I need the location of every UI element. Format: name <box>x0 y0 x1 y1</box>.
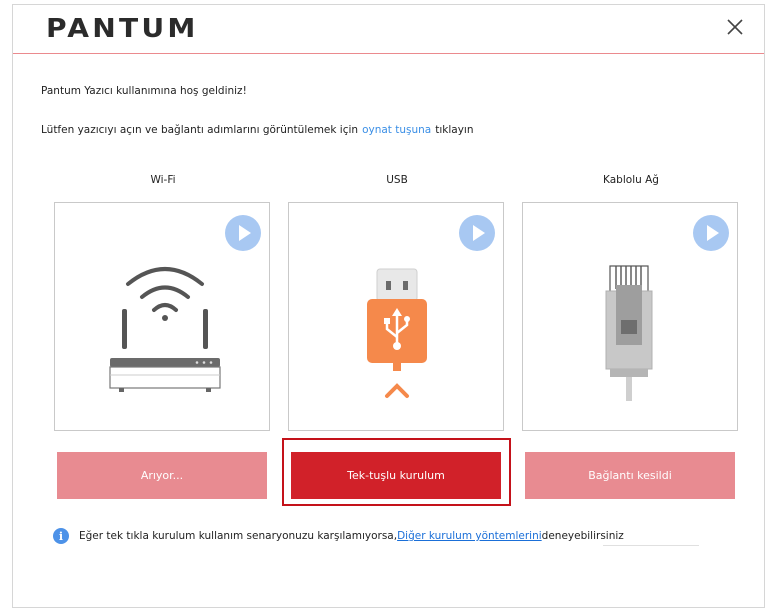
wired-network-card[interactable] <box>522 202 738 431</box>
usb-label: USB <box>386 174 408 186</box>
footer-divider <box>603 545 699 546</box>
play-icon[interactable] <box>225 215 261 251</box>
wifi-searching-button[interactable]: Arıyor... <box>57 452 267 499</box>
play-icon[interactable] <box>459 215 495 251</box>
usb-drive-icon <box>367 268 427 398</box>
window-header: PANTUM <box>13 5 764 54</box>
instruction-text: Lütfen yazıcıyı açın ve bağlantı adımlar… <box>41 124 474 136</box>
wifi-card[interactable] <box>54 202 270 431</box>
welcome-text: Pantum Yazıcı kullanımına hoş geldiniz! <box>41 85 247 97</box>
footer-info: i Eğer tek tıkla kurulum kullanım senary… <box>53 528 624 544</box>
usb-card[interactable] <box>288 202 504 431</box>
instruction-prefix: Lütfen yazıcıyı açın ve bağlantı adımlar… <box>41 124 359 136</box>
ethernet-cable-icon <box>605 265 653 401</box>
other-install-methods-link[interactable]: Diğer kurulum yöntemlerini <box>397 530 542 542</box>
wifi-router-icon <box>109 267 221 392</box>
footer-text-after: deneyebilirsiniz <box>541 530 624 542</box>
play-icon[interactable] <box>693 215 729 251</box>
info-icon: i <box>53 528 69 544</box>
setup-window: PANTUM Pantum Yazıcı kullanımına hoş gel… <box>12 4 765 608</box>
play-button-link[interactable]: oynat tuşuna <box>362 124 431 136</box>
one-click-install-highlight <box>282 438 511 506</box>
pantum-logo: PANTUM <box>46 14 199 44</box>
close-icon[interactable] <box>723 15 747 39</box>
wired-network-label: Kablolu Ağ <box>603 174 659 186</box>
instruction-suffix: tıklayın <box>435 124 474 136</box>
wifi-label: Wi-Fi <box>150 174 176 186</box>
wired-disconnected-button[interactable]: Bağlantı kesildi <box>525 452 735 499</box>
footer-text-before: Eğer tek tıkla kurulum kullanım senaryon… <box>79 530 398 542</box>
